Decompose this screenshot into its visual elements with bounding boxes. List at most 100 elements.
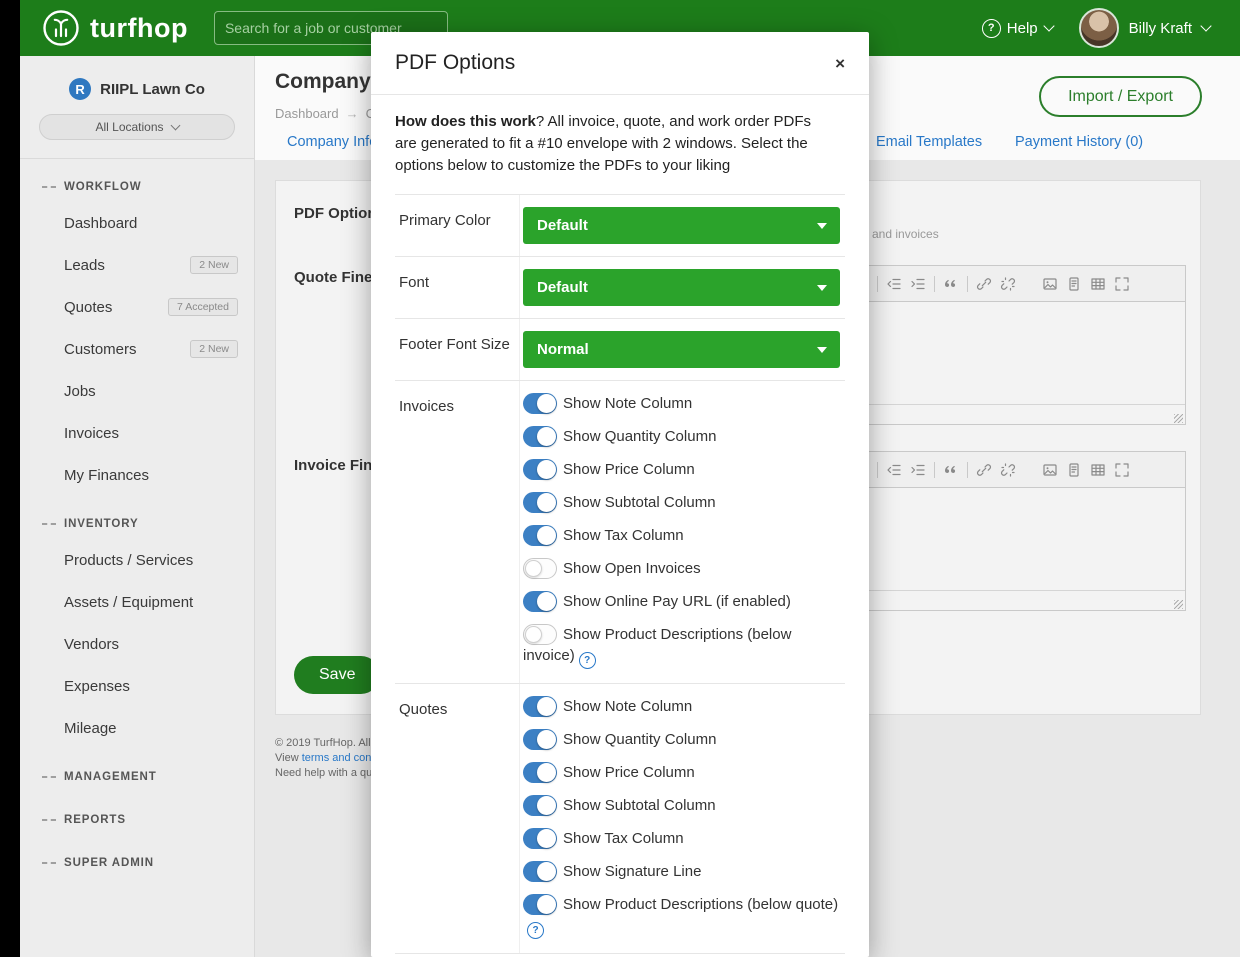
sidebar-item-jobs[interactable]: Jobs (20, 370, 254, 412)
unlink-icon[interactable] (1000, 276, 1016, 292)
blockquote-icon[interactable] (943, 462, 959, 478)
field-control: Normal (520, 319, 845, 380)
help-icon[interactable]: ? (579, 652, 596, 669)
toggle-switch[interactable] (523, 795, 557, 816)
toggle-knob (537, 460, 556, 479)
sidebar-item-leads[interactable]: Leads2 New (20, 244, 254, 286)
sidebar-section: REPORTS (20, 805, 254, 835)
outdent-icon[interactable] (886, 462, 902, 478)
resize-handle-icon[interactable] (1174, 414, 1183, 423)
sidebar-item-invoices[interactable]: Invoices (20, 412, 254, 454)
location-selector[interactable]: All Locations (39, 114, 235, 140)
toggle-switch[interactable] (523, 492, 557, 513)
tab-payment-history[interactable]: Payment History (0) (1015, 134, 1143, 150)
avatar[interactable] (1079, 8, 1119, 48)
toggle-switch[interactable] (523, 729, 557, 750)
resize-handle-icon[interactable] (1174, 600, 1183, 609)
sidebar-item-dashboard[interactable]: Dashboard (20, 202, 254, 244)
toggle-switch[interactable] (523, 459, 557, 480)
link-icon[interactable] (976, 462, 992, 478)
close-icon[interactable]: × (835, 55, 845, 72)
sidebar-item-label: Products / Services (64, 552, 193, 569)
sidebar-section-label: MANAGEMENT (64, 771, 157, 783)
sidebar-item-my-finances[interactable]: My Finances (20, 454, 254, 496)
toggle-switch[interactable] (523, 762, 557, 783)
company-selector[interactable]: R RIIPL Lawn Co (20, 56, 254, 100)
font-select[interactable]: Default (523, 269, 840, 306)
sidebar-section-label: INVENTORY (64, 518, 139, 530)
sidebar-item-customers[interactable]: Customers2 New (20, 328, 254, 370)
fullscreen-icon[interactable] (1114, 276, 1130, 292)
app: turfhop ? Help Billy Kraft R RIIPL Lawn … (0, 0, 1240, 957)
toggle-row: Show Tax Column (523, 828, 845, 849)
image-icon[interactable] (1042, 462, 1058, 478)
sidebar-item-vendors[interactable]: Vendors (20, 623, 254, 665)
modal-title: PDF Options (395, 51, 515, 75)
toggle-knob (537, 862, 556, 881)
toolbar-separator-icon (877, 276, 878, 292)
toggle-switch[interactable] (523, 828, 557, 849)
tab-company-info[interactable]: Company Info (287, 134, 377, 150)
toggle-label: Show Quantity Column (563, 731, 716, 748)
sidebar-item-expenses[interactable]: Expenses (20, 665, 254, 707)
page-icon[interactable] (1066, 462, 1082, 478)
toggle-switch[interactable] (523, 591, 557, 612)
toggle-knob (537, 394, 556, 413)
toggle-knob (537, 730, 556, 749)
import-export-button[interactable]: Import / Export (1039, 76, 1202, 117)
indent-icon[interactable] (910, 276, 926, 292)
user-menu[interactable]: Billy Kraft (1129, 20, 1192, 37)
sidebar-section-header[interactable]: WORKFLOW (20, 172, 254, 202)
sidebar-section-header[interactable]: MANAGEMENT (20, 762, 254, 792)
sidebar-item-label: Customers (64, 341, 137, 358)
toggle-switch[interactable] (523, 696, 557, 717)
save-button[interactable]: Save (294, 656, 380, 694)
primary-color-select[interactable]: Default (523, 207, 840, 244)
sidebar-item-label: Assets / Equipment (64, 594, 193, 611)
sprinkler-logo-icon (42, 9, 80, 47)
fullscreen-icon[interactable] (1114, 462, 1130, 478)
toggle-switch[interactable] (523, 624, 557, 645)
help-icon[interactable]: ? (527, 922, 544, 939)
page-icon[interactable] (1066, 276, 1082, 292)
sidebar-item-label: My Finances (64, 467, 149, 484)
table-icon[interactable] (1090, 462, 1106, 478)
sidebar-item-products-services[interactable]: Products / Services (20, 539, 254, 581)
section-dash-icon (42, 523, 56, 525)
indent-icon[interactable] (910, 462, 926, 478)
caret-down-icon (817, 347, 827, 353)
sidebar-section-header[interactable]: REPORTS (20, 805, 254, 835)
toggle-switch[interactable] (523, 558, 557, 579)
outdent-icon[interactable] (886, 276, 902, 292)
sidebar-section-header[interactable]: INVENTORY (20, 509, 254, 539)
modal-form-row: FontDefault (395, 256, 845, 318)
sidebar-section-label: WORKFLOW (64, 181, 141, 193)
caret-down-icon (817, 223, 827, 229)
link-icon[interactable] (976, 276, 992, 292)
unlink-icon[interactable] (1000, 462, 1016, 478)
sidebar-section: MANAGEMENT (20, 762, 254, 792)
toolbar-separator-icon (877, 462, 878, 478)
toggle-switch[interactable] (523, 525, 557, 546)
toggle-switch[interactable] (523, 894, 557, 915)
sidebar-item-quotes[interactable]: Quotes7 Accepted (20, 286, 254, 328)
modal-form-row: Footer Font SizeNormal (395, 318, 845, 380)
toggle-label: Show Note Column (563, 395, 692, 412)
modal-intro: How does this work? All invoice, quote, … (395, 95, 831, 194)
help-menu[interactable]: Help (1007, 20, 1038, 37)
sidebar-item-mileage[interactable]: Mileage (20, 707, 254, 749)
sidebar-section-header[interactable]: SUPER ADMIN (20, 848, 254, 878)
image-icon[interactable] (1042, 276, 1058, 292)
field-control: Default (520, 257, 845, 318)
blockquote-icon[interactable] (943, 276, 959, 292)
tab-email-templates[interactable]: Email Templates (876, 134, 982, 150)
toggle-switch[interactable] (523, 861, 557, 882)
turfhop-logo[interactable]: turfhop (42, 9, 188, 47)
brand-name: turfhop (90, 13, 188, 44)
sidebar-item-assets-equipment[interactable]: Assets / Equipment (20, 581, 254, 623)
breadcrumb-dashboard[interactable]: Dashboard (275, 106, 339, 121)
table-icon[interactable] (1090, 276, 1106, 292)
toggle-switch[interactable] (523, 393, 557, 414)
footer-font-size-select[interactable]: Normal (523, 331, 840, 368)
toggle-switch[interactable] (523, 426, 557, 447)
